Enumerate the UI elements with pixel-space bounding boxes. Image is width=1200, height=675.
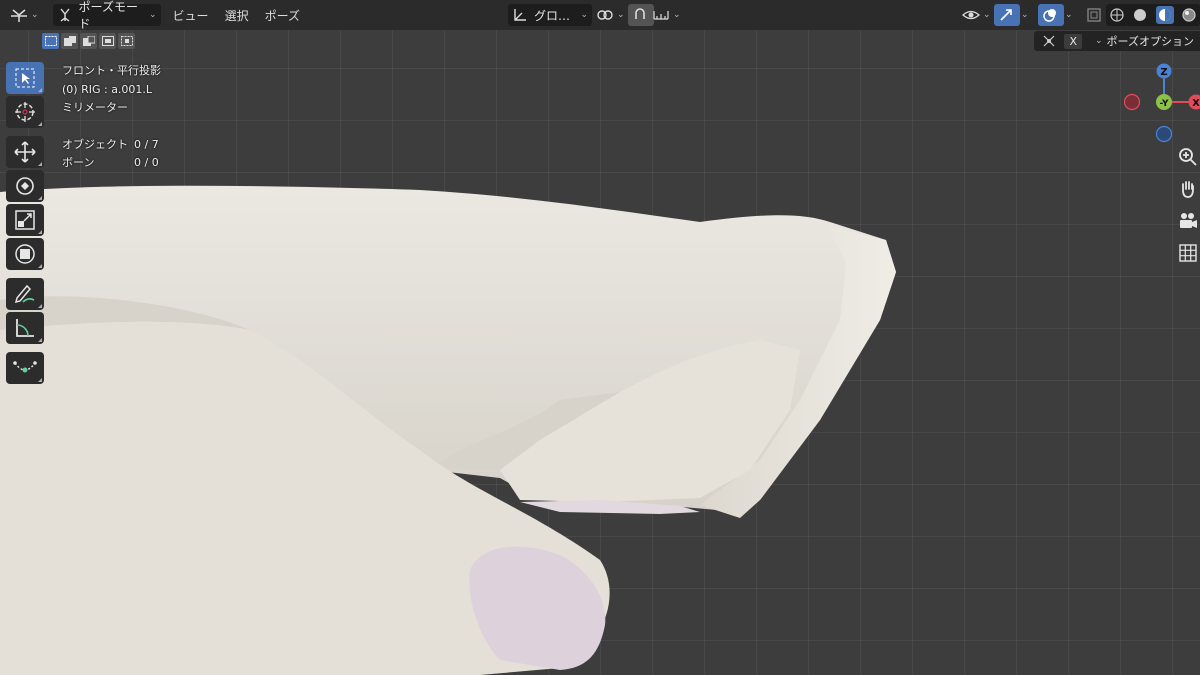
gizmo-x-label: X: [1192, 98, 1200, 109]
pose-options-panel[interactable]: X ⌄ ポーズオプション: [1034, 31, 1200, 51]
transform-orientation-dropdown[interactable]: グロ… ⌄: [508, 4, 592, 26]
ortho-toggle-button[interactable]: [1176, 241, 1200, 265]
select-mode-extend[interactable]: [61, 33, 78, 49]
pose-options-label: ポーズオプション: [1106, 35, 1194, 48]
bones-value: 0 / 0: [134, 156, 159, 169]
zoom-icon: [1179, 148, 1197, 166]
grid-icon: [1179, 244, 1197, 262]
gizmo-z-label: Z: [1160, 67, 1167, 78]
proportional-icon: [653, 11, 669, 20]
move-icon: [14, 141, 36, 163]
transform-icon: [15, 244, 35, 264]
chevron-down-icon: ⌄: [31, 10, 39, 20]
bones-stat: ボーン 0 / 0: [62, 154, 161, 173]
chevron-down-icon[interactable]: ⌄: [1021, 10, 1029, 20]
chevron-down-icon: ⌄: [673, 10, 681, 20]
gizmo-y-label: -Y: [1160, 99, 1169, 109]
mode-selector[interactable]: ポーズモード ⌄: [52, 0, 161, 31]
tool-scale[interactable]: [6, 204, 44, 236]
chevron-down-icon: ⌄: [1095, 36, 1103, 46]
pose-relax-icon: [13, 361, 37, 373]
pivot-button[interactable]: ⌄: [592, 4, 629, 26]
viewport-info-overlay: フロント・平行投影 (0) RIG : a.001.L ミリメーター オブジェク…: [62, 62, 161, 173]
chevron-down-icon[interactable]: ⌄: [1065, 10, 1073, 20]
gizmo-neg-x[interactable]: [1123, 93, 1141, 111]
select-mode-invert[interactable]: [99, 33, 116, 49]
xray-toggle[interactable]: [1082, 4, 1106, 26]
menu-pose[interactable]: ポーズ: [257, 7, 308, 24]
header-bar: ⌄ ポーズモード ⌄ ビュー 選択 ポーズ グロ… ⌄ ⌄ ⌄ ⌄ ⌄ ⌄: [0, 0, 1200, 31]
chevron-down-icon: ⌄: [149, 10, 157, 20]
select-mode-intersect[interactable]: [118, 33, 135, 49]
pose-mode-icon: [60, 8, 70, 22]
chevron-down-icon: ⌄: [617, 10, 625, 20]
overlay-toggle[interactable]: [1038, 4, 1064, 26]
proportional-button[interactable]: ⌄: [648, 4, 685, 26]
editor-type-icon: [11, 9, 27, 22]
gizmo-neg-z[interactable]: [1155, 125, 1173, 143]
orientation-label: グロ…: [534, 8, 571, 23]
select-invert-icon: [101, 36, 114, 46]
objects-stat: オブジェクト 0 / 7: [62, 136, 161, 155]
hand-mesh: [0, 185, 896, 675]
unit-label: ミリメーター: [62, 101, 128, 114]
select-mode-new[interactable]: [42, 33, 59, 49]
select-extend-icon: [63, 36, 76, 46]
menu-view[interactable]: ビュー: [165, 7, 217, 24]
annotate-icon: [14, 284, 35, 304]
objects-value: 0 / 7: [134, 137, 159, 151]
pan-button[interactable]: [1176, 177, 1200, 201]
gizmo-icon: [1000, 9, 1012, 21]
tool-move[interactable]: [6, 136, 44, 168]
gizmo-toggle[interactable]: [994, 4, 1020, 26]
visibility-icon: [962, 10, 980, 20]
material-shading-icon[interactable]: [1155, 6, 1174, 24]
editor-type-button[interactable]: ⌄: [6, 4, 43, 26]
select-mode-subtract[interactable]: [80, 33, 97, 49]
rotate-icon: [16, 177, 34, 195]
rendered-shading-icon[interactable]: [1181, 7, 1197, 23]
active-object: (0) RIG : a.001.L: [62, 82, 153, 96]
view-name: フロント・平行投影: [62, 64, 161, 77]
transform-orientation-icon: [514, 9, 526, 21]
solid-shading-icon[interactable]: [1132, 7, 1148, 23]
mode-label: ポーズモード: [78, 0, 138, 31]
camera-view-button[interactable]: [1176, 209, 1200, 233]
tool-pose-relax[interactable]: [6, 352, 44, 384]
shading-selector: [1106, 4, 1200, 26]
menu-select[interactable]: 選択: [217, 7, 257, 24]
x-mirror-toggle[interactable]: X: [1064, 33, 1082, 49]
select-new-icon: [44, 36, 57, 46]
tool-settings-bar: [0, 30, 1200, 52]
tool-rotate[interactable]: [6, 170, 44, 202]
snap-icon: [635, 8, 645, 19]
zoom-button[interactable]: [1176, 145, 1200, 169]
select-box-icon: [15, 68, 35, 88]
tool-select-box[interactable]: [6, 62, 44, 94]
tool-measure[interactable]: [6, 312, 44, 344]
objects-label: オブジェクト: [62, 137, 128, 151]
bones-label: ボーン: [62, 156, 95, 169]
viewport-nav-buttons: [1176, 145, 1200, 273]
tool-cursor[interactable]: [6, 96, 44, 128]
cursor-icon: [15, 102, 35, 122]
navigation-gizmo[interactable]: Z -Y X: [1118, 58, 1200, 148]
hand-pan-icon: [1182, 181, 1194, 198]
overlay-icon: [1043, 9, 1056, 22]
tool-transform[interactable]: [6, 238, 44, 270]
tool-shelf: [6, 62, 44, 386]
select-subtract-icon: [82, 36, 95, 46]
wireframe-shading-icon[interactable]: [1109, 7, 1125, 23]
tool-annotate[interactable]: [6, 278, 44, 310]
xray-icon: [1087, 8, 1101, 22]
camera-icon: [1180, 213, 1197, 228]
pose-options-icon: [1044, 35, 1055, 47]
measure-icon: [16, 319, 34, 337]
chevron-down-icon: ⌄: [580, 10, 588, 20]
scale-icon: [15, 210, 35, 230]
select-intersect-icon: [120, 36, 133, 46]
chevron-down-icon: ⌄: [983, 10, 991, 20]
pivot-icon: [597, 10, 613, 20]
visibility-button[interactable]: ⌄: [958, 4, 995, 26]
